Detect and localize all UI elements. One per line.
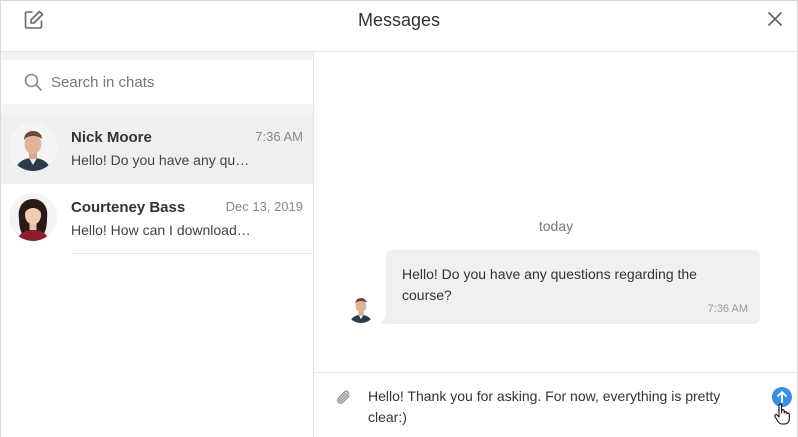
divider — [71, 253, 313, 254]
day-separator: today — [538, 218, 574, 234]
close-icon[interactable] — [766, 10, 784, 28]
pointer-cursor-icon — [774, 403, 790, 425]
message-input[interactable]: Hello! Thank you for asking. For now, ev… — [368, 386, 758, 428]
header: Messages — [1, 1, 797, 52]
page-title: Messages — [357, 10, 441, 30]
message-composer: Hello! Thank you for asking. For now, ev… — [314, 372, 797, 437]
search-box — [1, 60, 313, 104]
chat-name: Courteney Bass — [71, 199, 186, 216]
message-bubble: Hello! Do you have any questions regardi… — [386, 250, 760, 324]
search-bar — [1, 52, 313, 114]
search-icon — [24, 73, 42, 91]
chat-name: Nick Moore — [71, 129, 152, 146]
paperclip-icon[interactable] — [334, 387, 354, 409]
avatar — [9, 193, 57, 241]
chat-list-sidebar: Nick Moore 7:36 AM Hello! Do you have an… — [1, 52, 314, 437]
message-time: 7:36 AM — [707, 303, 748, 315]
chat-item-nick-moore[interactable]: Nick Moore 7:36 AM Hello! Do you have an… — [1, 114, 313, 184]
message-text: Hello! Do you have any questions regardi… — [402, 266, 697, 303]
chat-item-courteney-bass[interactable]: Courteney Bass Dec 13, 2019 Hello! How c… — [1, 184, 313, 254]
avatar — [9, 123, 57, 171]
avatar — [346, 293, 376, 323]
chat-preview: Hello! Do you have any questions regardi… — [71, 152, 253, 168]
conversation-pane: today Hello! Do you have any questions r… — [314, 52, 797, 372]
messages-window: Messages Search in chats Nick Moore 7:36… — [0, 0, 798, 437]
chat-preview: Hello! How can I download the materials? — [71, 222, 253, 238]
chat-time: Dec 13, 2019 — [225, 199, 303, 214]
search-input[interactable] — [51, 70, 301, 94]
chat-time: 7:36 AM — [255, 129, 303, 144]
